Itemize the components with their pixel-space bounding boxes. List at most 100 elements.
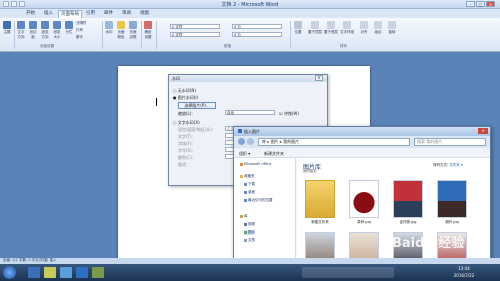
file-thumbnail-folder[interactable] xyxy=(305,180,335,218)
ime-toolbar[interactable] xyxy=(302,267,394,278)
word-icon xyxy=(238,129,242,133)
page-color-button[interactable]: 页面颜色 xyxy=(116,21,126,41)
baidu-watermark: Baidu 经验 xyxy=(392,236,465,251)
library-subtitle: 我的图片 xyxy=(303,169,317,173)
nav-item-recent[interactable]: 最近访问的位置 xyxy=(244,198,273,203)
search-input[interactable]: 搜索 我的图片 xyxy=(414,138,486,146)
tab-page-layout[interactable]: 页面布局 xyxy=(58,10,82,18)
minimize-button[interactable]: – xyxy=(466,1,475,7)
bring-front-button[interactable]: 置于顶层 xyxy=(308,21,322,41)
align-button[interactable]: 对齐 xyxy=(358,21,370,41)
margins-button[interactable]: 页边距 xyxy=(28,21,38,41)
indent-left-field[interactable]: 0 字符 xyxy=(170,24,220,29)
nav-item-downloads[interactable]: 下载 xyxy=(244,182,255,187)
taskbar-app-icon[interactable] xyxy=(92,267,104,278)
text-watermark-radio[interactable]: ○ 文字水印(X) xyxy=(173,120,200,126)
watermark-dialog-titlebar: 水印 × xyxy=(169,75,327,82)
taskbar-app-icon[interactable] xyxy=(28,267,40,278)
breadcrumb[interactable]: 库 ▸ 图片 ▸ 我的图片 xyxy=(258,138,410,146)
nav-item-favorites[interactable]: 收藏夹 xyxy=(240,174,255,179)
send-back-button[interactable]: 置于底层 xyxy=(324,21,338,41)
watermark-button[interactable]: 水印 xyxy=(104,21,114,41)
position-button[interactable]: 位置 xyxy=(293,21,303,41)
text-direction-button[interactable]: 文字方向 xyxy=(16,21,26,41)
text-label: 文字(T): xyxy=(178,134,193,139)
taskbar-app-icon[interactable] xyxy=(76,267,88,278)
scale-select[interactable]: 自动 xyxy=(225,110,275,115)
group-button[interactable]: 组合 xyxy=(372,21,384,41)
file-pane: 图片库 我的图片 排列方式: 文件夹 ▾ 新建文件夹 茶杯.jpg 证件照.jp… xyxy=(297,158,490,270)
taskbar-app-icon[interactable] xyxy=(44,267,56,278)
tab-references[interactable]: 引用 xyxy=(84,10,97,18)
nav-item-videos[interactable]: 视频 xyxy=(244,222,255,227)
group-label-arrange: 排列 xyxy=(340,44,347,48)
rotate-button[interactable]: 旋转 xyxy=(386,21,398,41)
close-icon[interactable]: × xyxy=(315,75,323,81)
watermark-dialog-title: 水印 xyxy=(172,76,180,81)
font-label: 字体(F): xyxy=(178,141,193,146)
navigation-pane: Microsoft Office 收藏夹 下载 桌面 最近访问的位置 库 视频 … xyxy=(234,158,296,268)
spacing-after-field[interactable]: 0 行 xyxy=(232,32,282,37)
new-folder-button[interactable]: 新建文件夹 xyxy=(264,151,284,157)
tab-home[interactable]: 开始 xyxy=(24,10,37,18)
scale-label: 缩放(L): xyxy=(178,111,193,116)
nav-item-desktop[interactable]: 桌面 xyxy=(244,190,255,195)
clock-time: 13:44 xyxy=(458,266,470,271)
tab-review[interactable]: 审阅 xyxy=(120,10,133,18)
start-button-icon[interactable] xyxy=(3,266,16,279)
spacing-before-field[interactable]: 0 行 xyxy=(232,24,282,29)
file-name: 茶杯.jpg xyxy=(357,220,371,224)
arrange-by[interactable]: 排列方式: 文件夹 ▾ xyxy=(433,163,463,168)
manuscript-button[interactable]: 稿纸设置 xyxy=(143,21,153,41)
file-thumbnail-id-photo[interactable] xyxy=(393,180,423,218)
close-button[interactable]: × xyxy=(486,1,495,7)
ribbon-tabs: 开始 插入 页面布局 引用 邮件 审阅 视图 xyxy=(0,9,500,18)
tab-view[interactable]: 视图 xyxy=(138,10,151,18)
clock-date: 2016/7/22 xyxy=(453,273,475,278)
back-arrow-icon[interactable] xyxy=(238,138,245,145)
tab-insert[interactable]: 插入 xyxy=(42,10,55,18)
nav-item-libraries[interactable]: 库 xyxy=(240,214,248,219)
picture-watermark-radio[interactable]: ● 图片水印(I) xyxy=(173,95,198,101)
insert-dialog-title: 插入图片 xyxy=(244,129,260,134)
organize-button[interactable]: 组织 ▾ xyxy=(239,151,250,157)
title-bar: 文档 2 - Microsoft Word – □ × xyxy=(0,0,500,9)
language-label: 语言(国家/地区)(L): xyxy=(178,127,214,132)
columns-button[interactable]: 分栏 xyxy=(64,21,74,41)
file-name: 新建文件夹 xyxy=(311,220,329,224)
text-cursor xyxy=(156,98,157,106)
text-wrap-button[interactable]: 文字环绕 xyxy=(340,21,354,41)
close-icon[interactable]: × xyxy=(478,128,488,134)
nav-item-office[interactable]: Microsoft Office xyxy=(240,162,271,166)
select-picture-button[interactable]: 选择图片(P)... xyxy=(178,102,216,109)
orientation-button[interactable]: 纸张方向 xyxy=(40,21,50,41)
indent-right-field[interactable]: 0 字符 xyxy=(170,32,220,37)
group-label-paragraph: 段落 xyxy=(224,44,231,48)
status-text: 页面: 1/1 字数: 0 中文(中国) 插入 xyxy=(3,258,57,262)
taskbar-app-icon[interactable] xyxy=(60,267,72,278)
window-title: 文档 2 - Microsoft Word xyxy=(221,2,279,8)
no-watermark-radio[interactable]: ○ 无水印(N) xyxy=(173,88,196,94)
taskbar: 13:44 2016/7/22 xyxy=(0,264,500,281)
size-label: 字号(S): xyxy=(178,148,194,153)
color-label: 颜色(C): xyxy=(178,155,194,160)
size-button[interactable]: 纸张大小 xyxy=(52,21,62,41)
address-bar-row: 库 ▸ 图片 ▸ 我的图片 搜索 我的图片 xyxy=(234,136,490,148)
ribbon: 主题 文字方向 页边距 纸张方向 纸张大小 分栏 分隔符 行号 断字 页面设置 … xyxy=(0,18,500,52)
group-label-page-setup: 页面设置 xyxy=(40,44,54,48)
file-name: 证件照.jpg xyxy=(399,220,417,224)
nav-item-documents[interactable]: 文档 xyxy=(244,238,255,243)
themes-button[interactable]: 主题 xyxy=(2,21,12,41)
file-thumbnail-portrait[interactable] xyxy=(437,180,467,218)
tab-mailings[interactable]: 邮件 xyxy=(102,10,115,18)
file-name: 湘玲.jpg xyxy=(445,220,459,224)
file-thumbnail-cup[interactable] xyxy=(349,180,379,218)
insert-dialog-titlebar: 插入图片 × xyxy=(234,127,490,136)
maximize-button[interactable]: □ xyxy=(476,1,485,7)
layout-label: 版式: xyxy=(178,162,188,167)
nav-item-pictures[interactable]: 图片 xyxy=(244,230,255,235)
washout-checkbox[interactable]: ☑ 冲蚀(W) xyxy=(279,111,299,117)
page-borders-button[interactable]: 页面边框 xyxy=(128,21,138,41)
toolbar: 组织 ▾ 新建文件夹 xyxy=(234,148,490,158)
forward-arrow-icon[interactable] xyxy=(247,138,254,145)
